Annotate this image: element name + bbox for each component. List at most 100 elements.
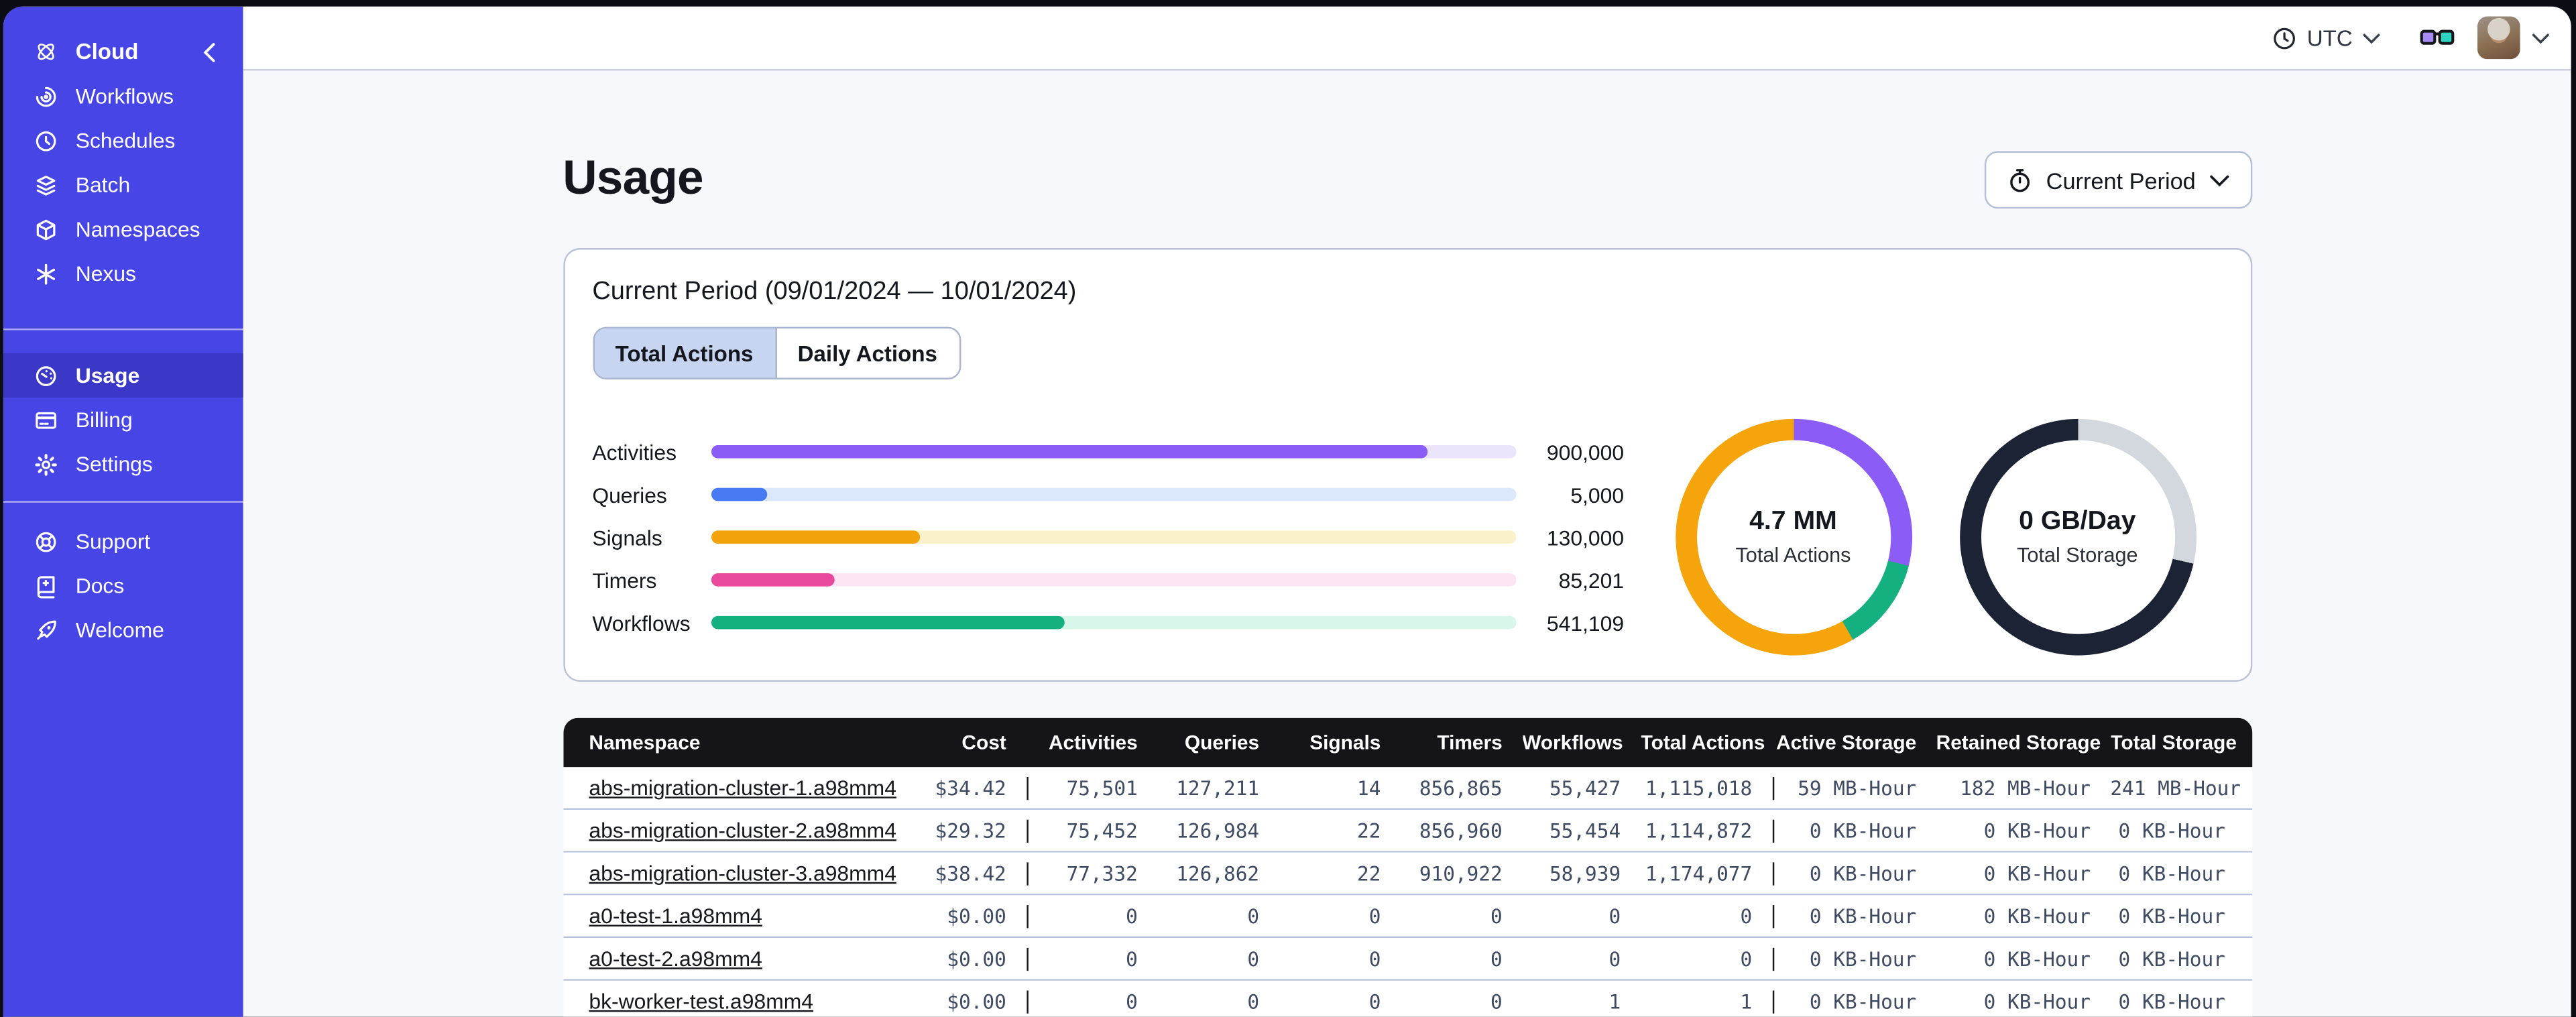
value-cell: 856,865: [1419, 776, 1503, 800]
value-cell: 0 KB-Hour: [2118, 947, 2225, 970]
bar-label: Signals: [592, 524, 662, 550]
sidebar-item-support[interactable]: Support: [3, 519, 243, 563]
sidebar-item-label: Usage: [75, 363, 140, 388]
current-period-card: Current Period (09/01/2024 — 10/01/2024)…: [563, 247, 2252, 682]
sidebar-item-label: Settings: [75, 451, 153, 477]
table-row: bk-worker-test.a98mm4 $0.00 0 0 0 0 1 1 0 KB-Hou…: [563, 980, 2252, 1017]
tab-total-actions[interactable]: Total Actions: [593, 328, 775, 378]
value-cell: 241 MB-Hour: [2110, 776, 2241, 800]
value-cell: $0.00: [947, 990, 1006, 1013]
welcome-rocket-icon: [33, 617, 59, 643]
top-header: UTC: [243, 6, 2571, 71]
workflows-spiral-icon: [33, 83, 59, 109]
sidebar-item-nexus[interactable]: Nexus: [3, 251, 243, 296]
column-header: Total Storage: [2110, 731, 2237, 754]
bar-track: [710, 487, 1516, 501]
docs-book-icon: [33, 573, 59, 599]
total-actions-value: 4.7 MM: [1749, 507, 1837, 536]
sidebar-item-label: Support: [75, 528, 151, 554]
sidebar: Cloud Workflows Schedules Batch Namespac…: [3, 6, 243, 1017]
sidebar-item-billing[interactable]: Billing: [3, 398, 243, 442]
bar-value: 541,109: [1546, 610, 1625, 636]
namespace-link[interactable]: abs-migration-cluster-2.a98mm4: [589, 818, 896, 843]
timezone-label: UTC: [2306, 25, 2353, 50]
bar-fill: [710, 615, 1065, 630]
usage-bar-row: Timers 85,201: [592, 558, 1624, 601]
sidebar-item-label: Schedules: [75, 128, 176, 153]
value-cell: 0: [1368, 990, 1381, 1013]
bar-fill: [710, 530, 920, 544]
bar-value: 130,000: [1546, 524, 1625, 550]
tab-daily-actions[interactable]: Daily Actions: [774, 328, 959, 378]
bar-fill: [710, 445, 1427, 459]
table-row: abs-migration-cluster-2.a98mm4 $29.32 75,4…: [563, 809, 2252, 853]
value-cell: $38.42: [935, 861, 1006, 885]
page-title: Usage: [563, 152, 703, 206]
usage-bar-row: Signals 130,000: [592, 516, 1624, 558]
bar-label: Timers: [592, 567, 657, 593]
sidebar-item-namespaces[interactable]: Namespaces: [3, 207, 243, 251]
sidebar-item-schedules[interactable]: Schedules: [3, 118, 243, 162]
value-cell: 126,862: [1176, 861, 1260, 885]
value-cell: 182 MB-Hour: [1960, 776, 2091, 800]
value-cell: 1,114,872: [1645, 819, 1753, 842]
column-header: Queries: [1184, 731, 1260, 754]
user-avatar[interactable]: [2477, 16, 2520, 60]
sidebar-item-welcome[interactable]: Welcome: [3, 608, 243, 652]
screen: Cloud Workflows Schedules Batch Namespac…: [0, 0, 2576, 1017]
value-cell: 127,211: [1176, 776, 1260, 800]
usage-gauge-icon: [33, 362, 59, 388]
value-cell: 0: [1490, 990, 1503, 1013]
value-cell: 910,922: [1419, 861, 1503, 885]
period-selector-button[interactable]: Current Period: [1985, 151, 2252, 209]
account-menu-chevron-down-icon[interactable]: [2532, 32, 2550, 44]
table-row: abs-migration-cluster-1.a98mm4 $34.42 75,5…: [563, 767, 2252, 810]
sidebar-collapse-chevron-left-icon[interactable]: [194, 37, 223, 66]
timezone-selector[interactable]: UTC: [2272, 25, 2380, 50]
sidebar-item-label: Welcome: [75, 617, 164, 643]
sidebar-item-label: Workflows: [75, 83, 174, 109]
sidebar-item-workflows[interactable]: Workflows: [3, 74, 243, 118]
value-cell: 75,501: [1026, 776, 1157, 800]
sidebar-item-docs[interactable]: Docs: [3, 563, 243, 607]
column-header: Retained Storage: [1936, 731, 2101, 754]
usage-bar-row: Activities 900,000: [592, 430, 1624, 473]
namespace-cell: a0-test-1.a98mm4: [563, 904, 911, 929]
value-cell: 0: [1490, 904, 1503, 928]
value-cell: 75,452: [1026, 819, 1157, 842]
table-body: abs-migration-cluster-1.a98mm4 $34.42 75,5…: [563, 767, 2252, 1017]
value-cell: 0: [1608, 904, 1621, 928]
total-storage-donut-chart: 0 GB/Day Total Storage: [1958, 418, 2196, 656]
value-cell: 0 KB-Hour: [1983, 947, 2091, 970]
value-cell: 0: [1026, 990, 1157, 1013]
value-cell: 0: [1740, 904, 1753, 928]
feedback-glasses-icon[interactable]: [2420, 26, 2455, 49]
column-header: Active Storage: [1776, 731, 1917, 754]
namespace-cell: abs-migration-cluster-1.a98mm4: [563, 776, 911, 800]
namespace-link[interactable]: abs-migration-cluster-3.a98mm4: [589, 861, 896, 886]
sidebar-item-usage[interactable]: Usage: [3, 353, 243, 398]
value-cell: $0.00: [947, 904, 1006, 928]
namespace-link[interactable]: a0-test-1.a98mm4: [589, 904, 762, 929]
value-cell: 14: [1357, 776, 1381, 800]
sidebar-item-batch[interactable]: Batch: [3, 163, 243, 207]
schedules-clock-icon: [33, 127, 59, 154]
namespace-link[interactable]: bk-worker-test.a98mm4: [589, 989, 813, 1014]
value-cell: 0: [1490, 947, 1503, 970]
column-header: Signals: [1309, 731, 1381, 754]
chevron-down-icon: [2362, 32, 2380, 44]
sidebar-item-settings[interactable]: Settings: [3, 442, 243, 486]
sidebar-item-label: Billing: [75, 407, 133, 432]
table-row: a0-test-2.a98mm4 $0.00 0 0 0 0 0 0 0 KB-Hour 0 KB…: [563, 938, 2252, 981]
namespace-link[interactable]: a0-test-2.a98mm4: [589, 946, 762, 971]
total-storage-label: Total Storage: [2017, 544, 2138, 567]
actions-bar-chart: Activities 900,000 Queries 5,000 Signals 130,…: [592, 430, 1624, 644]
namespace-usage-table: Namespace Cost Activities Queries Signals Tim…: [563, 717, 2252, 1017]
value-cell: 0 KB-Hour: [1983, 861, 2091, 885]
namespace-link[interactable]: abs-migration-cluster-1.a98mm4: [589, 776, 896, 800]
sidebar-item-label: Batch: [75, 172, 131, 198]
bar-label: Queries: [592, 482, 667, 507]
value-cell: 1: [1608, 990, 1621, 1013]
temporal-logo-icon: [33, 39, 59, 65]
clock-icon: [2272, 25, 2297, 50]
